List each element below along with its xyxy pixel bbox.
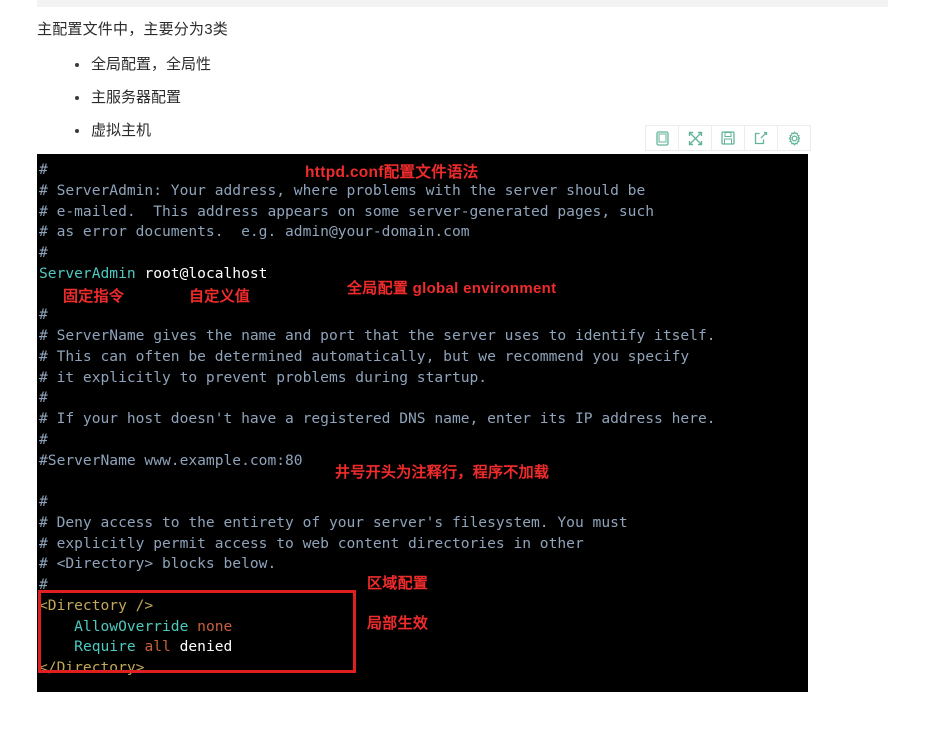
save-icon bbox=[721, 131, 735, 145]
code-token: AllowOverride bbox=[74, 617, 189, 635]
gear-icon bbox=[787, 130, 802, 146]
annotation-zone-config: 区域配置 bbox=[367, 575, 429, 592]
code-token: # bbox=[39, 306, 48, 324]
code-line: # ServerName gives the name and port tha… bbox=[39, 326, 716, 347]
code-token: ServerAdmin bbox=[39, 264, 136, 282]
fullscreen-icon bbox=[688, 131, 703, 146]
annotation-fixed-command: 固定指令 bbox=[63, 288, 125, 305]
annotation-comment-note: 井号开头为注释行，程序不加载 bbox=[335, 464, 550, 481]
annotation-local-effect: 局部生效 bbox=[367, 615, 429, 632]
code-line: # This can often be determined automatic… bbox=[39, 347, 716, 368]
mobile-preview-icon bbox=[655, 130, 669, 146]
save-button[interactable] bbox=[712, 126, 745, 150]
code-line: # bbox=[39, 430, 716, 451]
code-token: # ServerAdmin: Your address, where probl… bbox=[39, 181, 646, 199]
code-line: # ServerAdmin: Your address, where probl… bbox=[39, 181, 716, 202]
code-token: # <Directory> blocks below. bbox=[39, 555, 277, 573]
code-token: # If your host doesn't have a registered… bbox=[39, 410, 716, 427]
code-content: # # ServerAdmin: Your address, where prob… bbox=[37, 154, 716, 679]
list-item: 全局配置，全局性 bbox=[75, 56, 211, 73]
intro-paragraph: 主配置文件中，主要分为3类 bbox=[37, 21, 228, 38]
share-icon bbox=[754, 131, 768, 145]
annotation-title: httpd.conf配置文件语法 bbox=[305, 164, 479, 181]
code-token: # bbox=[39, 161, 48, 178]
code-line: # as error documents. e.g. admin@your-do… bbox=[39, 222, 716, 243]
fullscreen-button[interactable] bbox=[679, 126, 712, 150]
mobile-preview-button[interactable] bbox=[646, 126, 679, 150]
code-token: Require bbox=[74, 638, 136, 656]
code-token: # Deny access to the entirety of your se… bbox=[39, 513, 628, 531]
code-token: # e-mailed. This address appears on some… bbox=[39, 202, 655, 220]
code-token: root@localhost bbox=[135, 264, 268, 282]
code-line: # explicitly permit access to web conten… bbox=[39, 534, 716, 555]
code-token: none bbox=[188, 617, 233, 635]
code-token: </Directory> bbox=[39, 659, 145, 676]
page-top-strip bbox=[37, 0, 888, 7]
code-block-toolbar bbox=[645, 125, 811, 151]
annotation-global-config: 全局配置 global environment bbox=[347, 280, 557, 297]
code-line: </Directory> bbox=[39, 658, 716, 679]
code-token: <Directory /> bbox=[39, 596, 154, 614]
code-line: # If your host doesn't have a registered… bbox=[39, 409, 716, 430]
code-token: #ServerName www.example.com:80 bbox=[39, 451, 303, 469]
share-button[interactable] bbox=[745, 126, 778, 150]
category-bullet-list: 全局配置，全局性 主服务器配置 虚拟主机 bbox=[37, 56, 211, 155]
code-line: # bbox=[39, 388, 716, 409]
settings-button[interactable] bbox=[778, 126, 810, 150]
code-token: all bbox=[135, 638, 171, 656]
code-token: # it explicitly to prevent problems duri… bbox=[39, 368, 488, 386]
code-block[interactable]: # # ServerAdmin: Your address, where prob… bbox=[37, 154, 808, 692]
code-line: # bbox=[39, 305, 716, 326]
code-line: # e-mailed. This address appears on some… bbox=[39, 202, 716, 223]
code-token: # as error documents. e.g. admin@your-do… bbox=[39, 223, 470, 241]
code-line: # it explicitly to prevent problems duri… bbox=[39, 368, 716, 389]
annotation-custom-value: 自定义值 bbox=[189, 288, 251, 305]
code-line: # Deny access to the entirety of your se… bbox=[39, 513, 716, 534]
code-line: Require all denied bbox=[39, 637, 716, 658]
list-item: 主服务器配置 bbox=[75, 89, 211, 106]
code-line: # bbox=[39, 492, 716, 513]
code-token: # ServerName gives the name and port tha… bbox=[39, 327, 716, 344]
code-token: denied bbox=[170, 638, 233, 656]
code-token: # bbox=[39, 389, 48, 407]
code-token: # This can often be determined automatic… bbox=[39, 347, 690, 365]
code-token: # bbox=[39, 576, 48, 593]
code-token: # bbox=[39, 430, 48, 448]
code-token: # explicitly permit access to web conten… bbox=[39, 534, 584, 552]
code-token: # bbox=[39, 493, 48, 510]
list-item: 虚拟主机 bbox=[75, 122, 211, 139]
code-line: # bbox=[39, 243, 716, 264]
code-token: # bbox=[39, 244, 48, 261]
